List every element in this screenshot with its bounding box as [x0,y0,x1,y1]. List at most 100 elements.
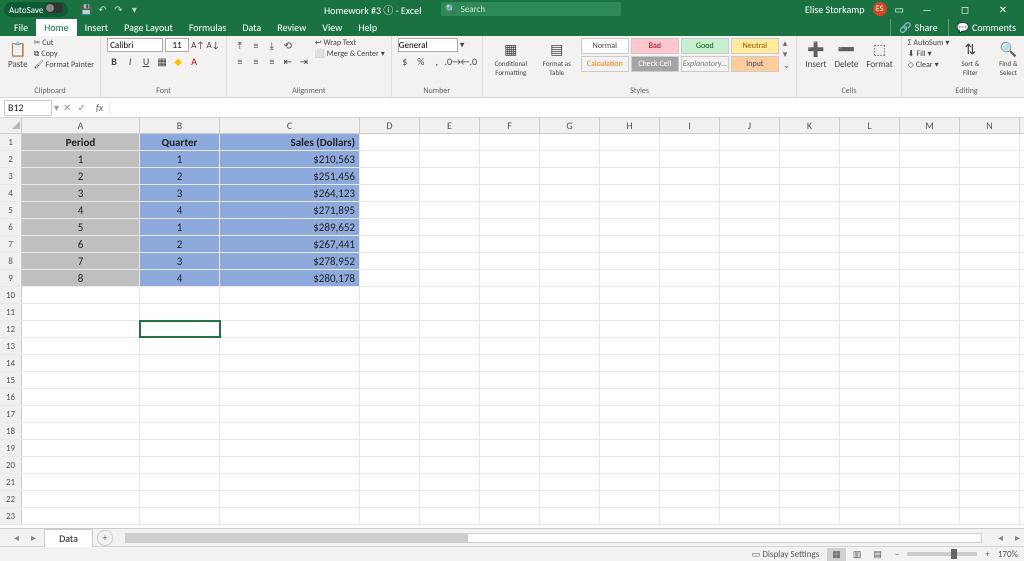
cell[interactable] [540,440,600,456]
cell[interactable] [780,287,840,303]
page-break-view-icon[interactable]: ▤ [868,548,887,561]
tab-formulas[interactable]: Formulas [181,19,234,36]
ribbon-display-icon[interactable]: ▭ [895,3,904,16]
format-as-table-button[interactable]: ▤Format as Table [537,38,577,79]
row-header[interactable]: 3 [0,168,22,184]
cell[interactable] [600,270,660,286]
cell[interactable] [600,457,660,473]
cell[interactable] [220,406,360,422]
cell[interactable] [480,134,540,150]
cell[interactable] [360,338,420,354]
cell[interactable] [600,236,660,252]
delete-cells-button[interactable]: ➖Delete [833,38,861,72]
cell[interactable] [22,321,140,337]
cell[interactable] [720,202,780,218]
cell[interactable] [840,423,900,439]
cell[interactable] [960,338,1020,354]
cell[interactable] [660,253,720,269]
tab-file[interactable]: File [6,19,36,36]
cell[interactable] [780,321,840,337]
cell[interactable] [360,423,420,439]
cell[interactable] [420,151,480,167]
percent-icon[interactable]: % [414,54,428,68]
column-header[interactable]: E [420,118,480,133]
increase-font-icon[interactable]: A↑ [191,40,204,51]
tab-data[interactable]: Data [234,19,269,36]
cell[interactable] [220,389,360,405]
cell[interactable] [220,321,360,337]
cell[interactable] [540,508,600,524]
cell[interactable] [420,219,480,235]
cell[interactable] [900,491,960,507]
fx-icon[interactable]: fx [90,101,109,114]
tab-page-layout[interactable]: Page Layout [116,19,181,36]
cell[interactable]: $289,652 [220,219,360,235]
cell[interactable] [960,253,1020,269]
cell[interactable] [540,202,600,218]
cell[interactable] [660,508,720,524]
cell[interactable]: $267,441 [220,236,360,252]
cell[interactable] [900,134,960,150]
tab-view[interactable]: View [314,19,350,36]
search-box[interactable]: 🔍 Search [441,2,621,16]
cell[interactable] [360,134,420,150]
cell[interactable]: 7 [22,253,140,269]
cell[interactable] [480,457,540,473]
cell[interactable] [720,474,780,490]
cell[interactable] [660,202,720,218]
align-middle-icon[interactable]: ≡ [249,38,263,52]
cell[interactable]: 5 [22,219,140,235]
cell[interactable] [780,151,840,167]
maximize-icon[interactable]: ◻ [950,3,980,16]
user-avatar[interactable]: ES [873,2,887,16]
save-icon[interactable]: 💾 [80,3,92,15]
cell[interactable] [480,406,540,422]
column-header[interactable]: D [360,118,420,133]
cell[interactable] [660,474,720,490]
decrease-indent-icon[interactable]: ⇤ [281,54,295,68]
cell[interactable]: $251,456 [220,168,360,184]
row-header[interactable]: 20 [0,457,22,473]
cell[interactable] [960,321,1020,337]
cell[interactable] [960,236,1020,252]
minimize-icon[interactable]: — [912,3,942,16]
cell[interactable] [900,253,960,269]
cell[interactable] [840,474,900,490]
merge-center-button[interactable]: ⬜ Merge & Center ▾ [315,49,385,59]
cell[interactable] [140,508,220,524]
cell[interactable] [540,372,600,388]
cell[interactable]: 1 [140,151,220,167]
cell[interactable]: $264,123 [220,185,360,201]
cell[interactable] [840,236,900,252]
cell[interactable] [540,151,600,167]
cell[interactable] [900,474,960,490]
row-header[interactable]: 11 [0,304,22,320]
cell[interactable] [660,168,720,184]
cell[interactable] [480,185,540,201]
autosum-button[interactable]: Σ AutoSum ▾ [908,38,950,48]
number-format-select[interactable] [398,38,458,52]
cell[interactable] [22,338,140,354]
cell[interactable] [960,168,1020,184]
cell[interactable] [720,508,780,524]
cell[interactable] [840,440,900,456]
cell[interactable] [140,406,220,422]
cell[interactable] [22,355,140,371]
currency-icon[interactable]: $ [398,54,412,68]
cell[interactable]: Period [22,134,140,150]
cell[interactable] [220,355,360,371]
cell[interactable] [780,372,840,388]
cell[interactable] [420,355,480,371]
cell[interactable] [420,304,480,320]
cell[interactable] [220,491,360,507]
cell[interactable] [780,253,840,269]
cell[interactable] [720,304,780,320]
row-header[interactable]: 2 [0,151,22,167]
cell[interactable] [720,457,780,473]
cell[interactable] [360,270,420,286]
cell[interactable] [900,389,960,405]
cell[interactable]: 2 [140,236,220,252]
cell[interactable] [900,457,960,473]
cell[interactable] [600,253,660,269]
align-center-icon[interactable]: ≡ [249,54,263,68]
